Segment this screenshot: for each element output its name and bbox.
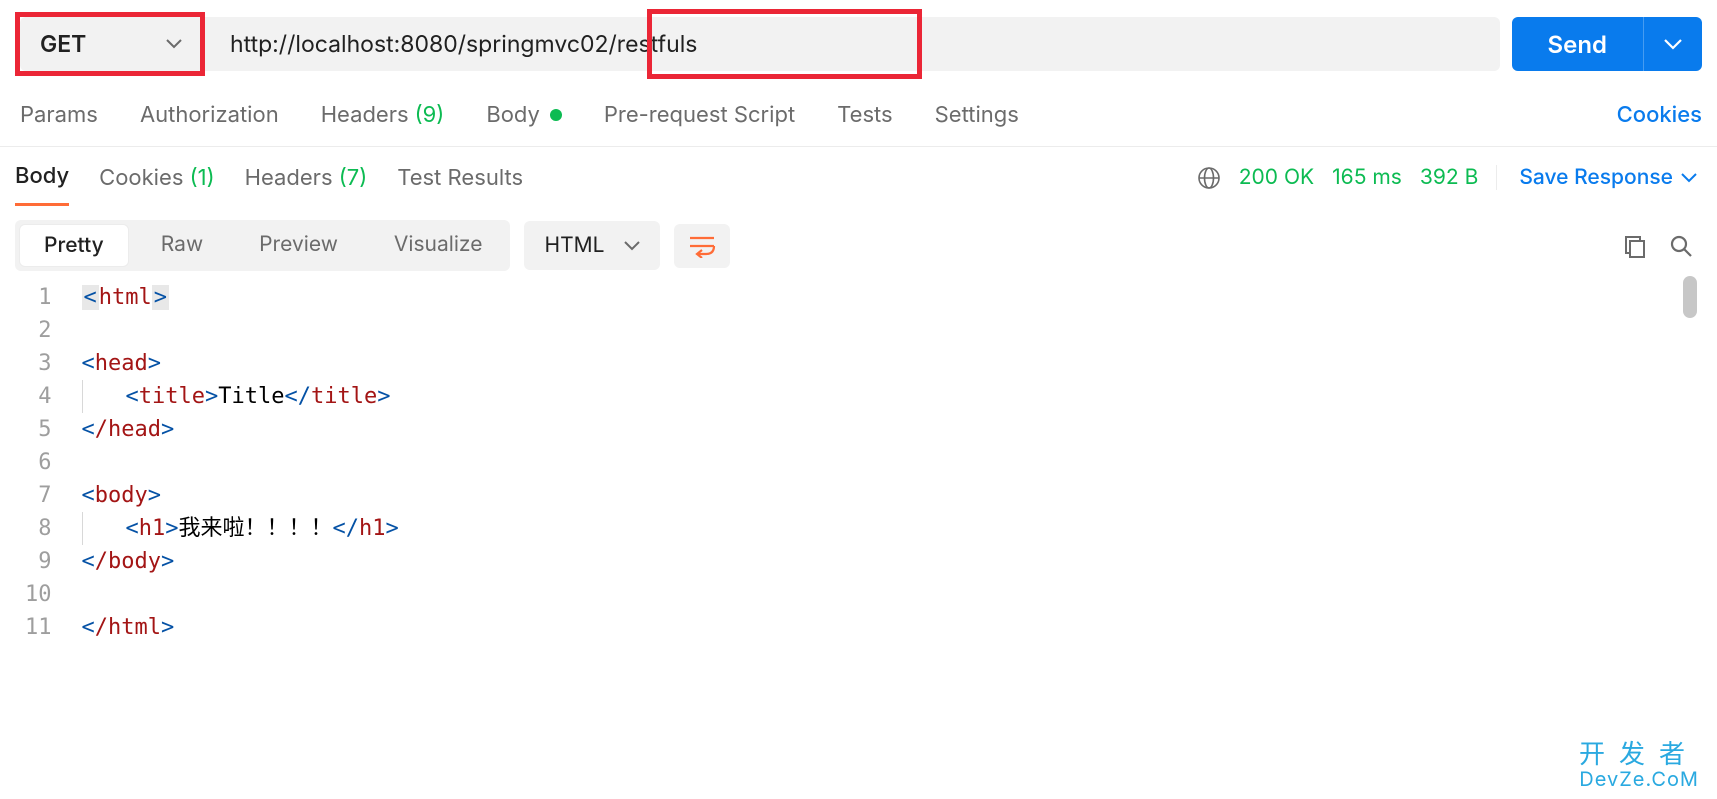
view-visualize[interactable]: Visualize [366,220,511,271]
view-mode-segment: Pretty Raw Preview Visualize [15,220,510,271]
http-method-label: GET [40,30,86,58]
tab-headers-count: (9) [415,102,445,128]
request-url-bar: GET http://localhost:8080/springmvc02/re… [0,0,1717,88]
watermark: 开发者 DevZe.CoM [1579,734,1699,791]
copy-icon[interactable] [1623,234,1647,258]
url-input[interactable]: http://localhost:8080/springmvc02/restfu… [205,17,1500,71]
request-tabs: Params Authorization Headers (9) Body Pr… [0,88,1717,147]
response-tabs-row: Body Cookies (1) Headers (7) Test Result… [0,147,1717,206]
response-cookies-count: (1) [190,165,215,191]
view-pretty[interactable]: Pretty [19,224,129,267]
send-button[interactable]: Send [1512,17,1643,71]
response-status-area: 200 OK 165 ms 392 B Save Response [1197,165,1697,204]
method-highlight-box: GET [15,12,205,76]
url-text: http://localhost:8080/springmvc02/restfu… [205,30,697,58]
response-cookies-label: Cookies [99,165,183,191]
response-tab-headers[interactable]: Headers (7) [245,165,368,205]
send-dropdown[interactable] [1643,17,1702,71]
wrap-lines-button[interactable] [674,224,730,268]
response-language-select[interactable]: HTML [524,221,660,270]
tab-body[interactable]: Body [486,102,562,128]
body-active-dot-icon [550,109,562,121]
code-content: <html> <head> <title>Title</title> </hea… [82,281,399,644]
http-method-select[interactable]: GET [20,17,200,71]
response-tab-cookies[interactable]: Cookies (1) [99,165,214,205]
search-icon[interactable] [1669,234,1693,258]
response-headers-label: Headers [245,165,333,191]
chevron-down-icon [1681,173,1697,183]
response-view-controls: Pretty Raw Preview Visualize HTML [0,206,1717,271]
chevron-down-icon [166,39,182,49]
save-response-label: Save Response [1519,165,1673,190]
response-language-label: HTML [544,233,604,258]
view-raw[interactable]: Raw [133,220,231,271]
response-tab-test-results[interactable]: Test Results [397,165,523,205]
tab-authorization[interactable]: Authorization [140,102,279,128]
response-time: 165 ms [1332,165,1402,190]
tab-pre-request-script[interactable]: Pre-request Script [604,102,795,128]
response-headers-count: (7) [339,165,368,191]
tab-settings[interactable]: Settings [935,102,1019,128]
response-size: 392 B [1420,165,1478,190]
globe-icon[interactable] [1197,166,1221,190]
save-response-button[interactable]: Save Response [1496,165,1697,190]
tab-headers-label: Headers [321,102,409,128]
tab-tests[interactable]: Tests [837,102,893,128]
send-button-group: Send [1512,17,1702,71]
line-gutter: 1234567891011 [25,281,82,644]
scrollbar-thumb[interactable] [1683,276,1697,318]
tab-params[interactable]: Params [20,102,98,128]
response-tab-body[interactable]: Body [15,163,69,206]
tab-headers[interactable]: Headers (9) [321,102,445,128]
view-preview[interactable]: Preview [231,220,366,271]
response-body-viewer[interactable]: 1234567891011 <html> <head> <title>Title… [0,271,1717,644]
chevron-down-icon [624,241,640,251]
status-code: 200 OK [1239,165,1314,190]
cookies-link[interactable]: Cookies [1617,102,1702,128]
tab-body-label: Body [486,102,540,128]
